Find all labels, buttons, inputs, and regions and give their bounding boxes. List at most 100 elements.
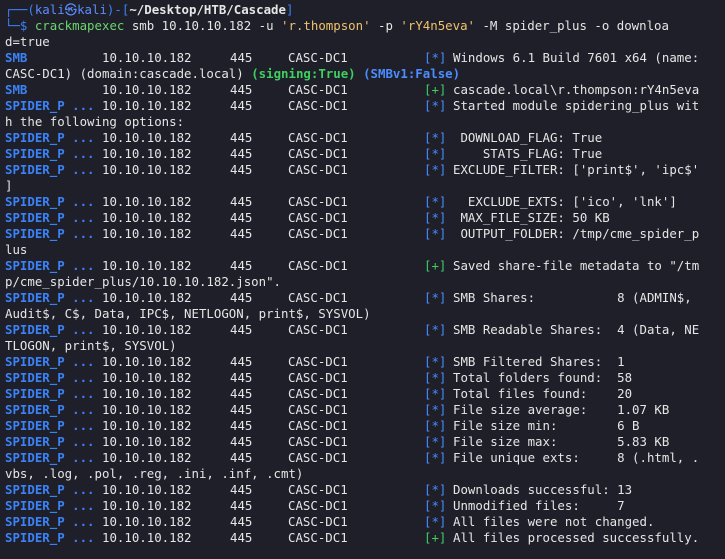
output-message: Saved share-file metadata to "/tm (453, 258, 700, 273)
module-name: SPIDER_P ... (5, 162, 95, 177)
output-wrap-line: p/cme_spider_plus/10.10.10.182.json". (5, 274, 725, 290)
command-pass-arg: 'rY4n5eva' (400, 18, 476, 33)
status-tag: [*] (424, 290, 447, 305)
host-name: CASC-DC1 (288, 402, 348, 417)
status-tag: [*] (424, 386, 447, 401)
output-row: SPIDER_P ... 10.10.10.182 445 CASC-DC1 [*] Fi… (5, 450, 725, 466)
ip-address: 10.10.10.182 (102, 258, 192, 273)
output-message: cascade.local\r.thompson:rY4n5eva (453, 82, 700, 97)
ip-address: 10.10.10.182 (102, 194, 192, 209)
ip-address: 10.10.10.182 (102, 370, 192, 385)
module-name: SPIDER_P ... (5, 434, 95, 449)
output-row: SPIDER_P ... 10.10.10.182 445 CASC-DC1 [*] S… (5, 146, 725, 162)
ip-address: 10.10.10.182 (102, 226, 192, 241)
port-number: 445 (230, 322, 253, 337)
host-name: CASC-DC1 (288, 82, 348, 97)
output-row: SPIDER_P ... 10.10.10.182 445 CASC-DC1 [*] Do… (5, 482, 725, 498)
port-number: 445 (230, 354, 253, 369)
status-tag: [*] (424, 354, 447, 369)
output-row: SPIDER_P ... 10.10.10.182 445 CASC-DC1 [*] SM… (5, 290, 725, 306)
output-message: Unmodified files: 7 (453, 498, 625, 513)
ip-address: 10.10.10.182 (102, 162, 192, 177)
command-args: smb 10.10.10.182 -u (124, 18, 282, 33)
output-row: SPIDER_P ... 10.10.10.182 445 CASC-DC1 [+] Sa… (5, 258, 725, 274)
port-number: 445 (230, 530, 253, 545)
ip-address: 10.10.10.182 (102, 82, 192, 97)
prompt-path: ~/Desktop/HTB/Cascade (129, 2, 286, 17)
output-text: CASC-DC1) (domain:cascade.local) (5, 66, 252, 81)
port-number: 445 (230, 130, 253, 145)
output-row: SMB 10.10.10.182 445 CASC-DC1 [+] cascade.loc… (5, 82, 725, 98)
ip-address: 10.10.10.182 (102, 50, 192, 65)
output-text: p/cme_spider_plus/10.10.10.182.json". (5, 274, 282, 289)
output-row: SPIDER_P ... 10.10.10.182 445 CASC-DC1 [*] Fi… (5, 418, 725, 434)
status-tag: [*] (424, 434, 447, 449)
host-name: CASC-DC1 (288, 354, 348, 369)
output-message: EXCLUDE_EXTS: ['ico', 'lnk'] (453, 194, 677, 209)
port-number: 445 (230, 434, 253, 449)
output-message: Started module spidering_plus wit (453, 98, 700, 113)
port-number: 445 (230, 290, 253, 305)
output-text: lus (5, 242, 28, 257)
module-name: SPIDER_P ... (5, 514, 95, 529)
status-tag: [+] (424, 530, 447, 545)
module-name: SPIDER_P ... (5, 322, 95, 337)
output-row: SPIDER_P ... 10.10.10.182 445 CASC-DC1 [*] To… (5, 370, 725, 386)
prompt-bracket: )-[ (106, 2, 130, 17)
port-number: 445 (230, 210, 253, 225)
ip-address: 10.10.10.182 (102, 386, 192, 401)
module-name: SPIDER_P ... (5, 226, 95, 241)
output-wrap-line: Audit$, C$, Data, IPC$, NETLOGON, print$… (5, 306, 725, 322)
output-wrap-line: vbs, .log, .pol, .reg, .ini, .inf, .cmt) (5, 466, 725, 482)
status-tag: [*] (424, 194, 447, 209)
module-name: SPIDER_P ... (5, 258, 95, 273)
ip-address: 10.10.10.182 (102, 450, 192, 465)
module-name: SPIDER_P ... (5, 194, 95, 209)
status-tag: [*] (424, 162, 447, 177)
output-wrap-line: ] (5, 178, 725, 194)
prompt-bracket: ] (285, 2, 294, 17)
module-name: SPIDER_P ... (5, 498, 95, 513)
port-number: 445 (230, 146, 253, 161)
host-name: CASC-DC1 (288, 370, 348, 385)
module-name: SPIDER_P ... (5, 290, 95, 305)
port-number: 445 (230, 386, 253, 401)
ip-address: 10.10.10.182 (102, 530, 192, 545)
status-tag: [*] (424, 482, 447, 497)
module-name: SPIDER_P ... (5, 354, 95, 369)
signing-flag: (signing:True) (251, 66, 356, 81)
output-message: EXCLUDE_FILTER: ['print$', 'ipc$' (453, 162, 700, 177)
output-message: Total files found: 20 (453, 386, 633, 401)
output-row: SMB 10.10.10.182 445 CASC-DC1 [*] Windows 6.1… (5, 50, 725, 66)
module-name: SPIDER_P ... (5, 530, 95, 545)
host-name: CASC-DC1 (288, 146, 348, 161)
terminal-window[interactable]: ┌──(kali㉿kali)-[~/Desktop/HTB/Cascade] └… (0, 0, 725, 559)
output-row: SPIDER_P ... 10.10.10.182 445 CASC-DC1 [*] M… (5, 210, 725, 226)
ip-address: 10.10.10.182 (102, 98, 192, 113)
port-number: 445 (230, 402, 253, 417)
output-row: SPIDER_P ... 10.10.10.182 445 CASC-DC1 [*] E… (5, 194, 725, 210)
module-name: SPIDER_P ... (5, 130, 95, 145)
ip-address: 10.10.10.182 (102, 498, 192, 513)
command-line[interactable]: └─$ crackmapexec smb 10.10.10.182 -u 'r.… (5, 18, 725, 34)
module-name: SPIDER_P ... (5, 98, 95, 113)
host-name: CASC-DC1 (288, 50, 348, 65)
host-name: CASC-DC1 (288, 434, 348, 449)
output-text: vbs, .log, .pol, .reg, .ini, .inf, .cmt) (5, 466, 304, 481)
port-number: 445 (230, 418, 253, 433)
output-text: TLOGON, print$, SYSVOL) (5, 338, 177, 353)
port-number: 445 (230, 514, 253, 529)
host-name: CASC-DC1 (288, 386, 348, 401)
module-name: SMB (5, 82, 28, 97)
ip-address: 10.10.10.182 (102, 322, 192, 337)
host-name: CASC-DC1 (288, 290, 348, 305)
output-message: SMB Filtered Shares: 1 (453, 354, 625, 369)
module-name: SPIDER_P ... (5, 370, 95, 385)
output-message: File size max: 5.83 KB (453, 434, 670, 449)
command-args: -M spider_plus -o downloa (475, 18, 669, 33)
output-wrap-line: TLOGON, print$, SYSVOL) (5, 338, 725, 354)
output-message: Total folders found: 58 (453, 370, 633, 385)
output-message: File size average: 1.07 KB (453, 402, 670, 417)
output-text: ] (5, 178, 13, 193)
